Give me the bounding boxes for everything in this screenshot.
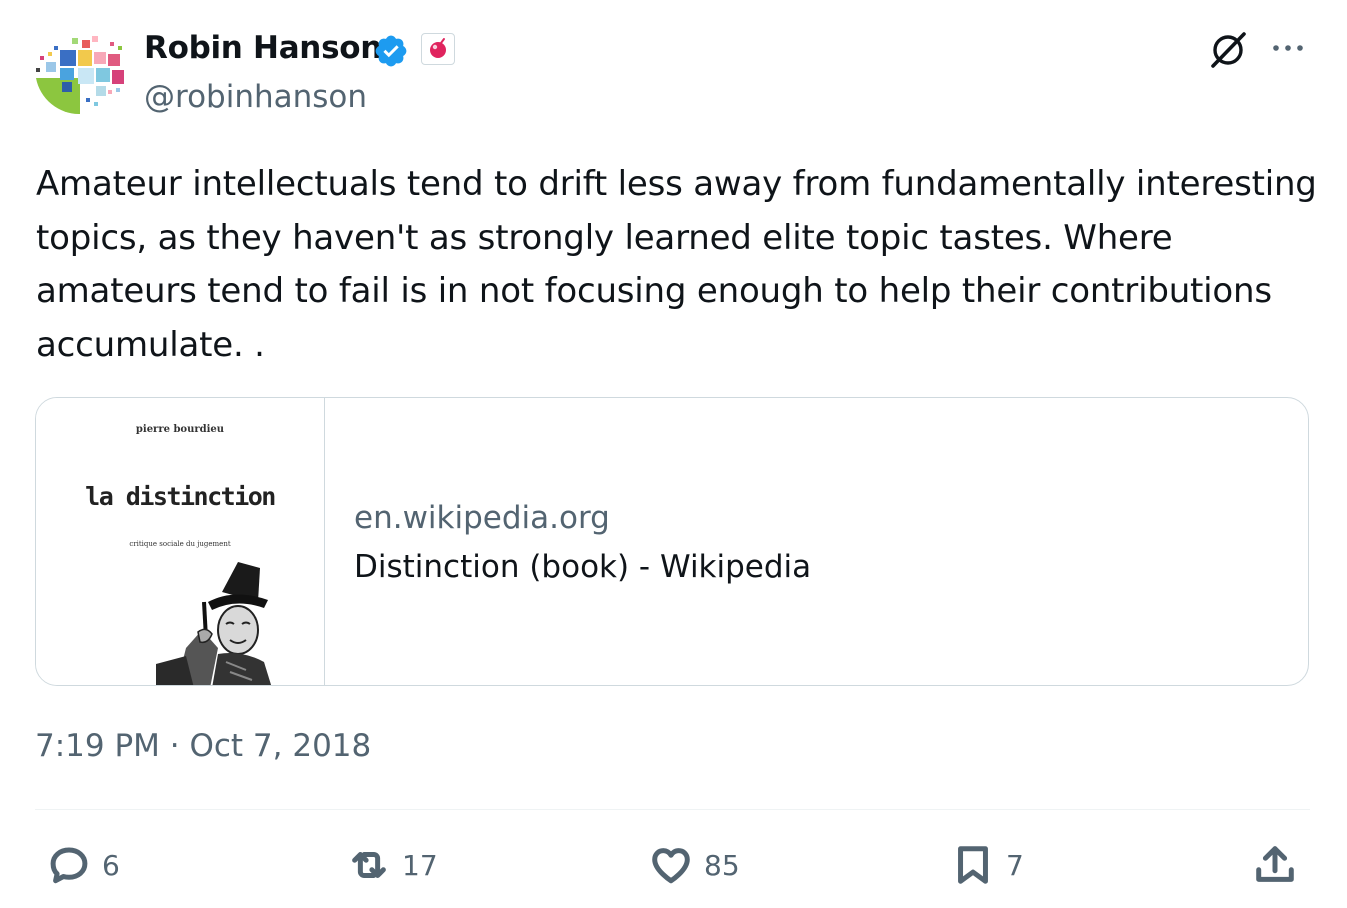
- grok-icon[interactable]: [1207, 30, 1249, 70]
- reply-button[interactable]: 6: [46, 840, 120, 890]
- author-handle[interactable]: @robinhanson: [144, 79, 367, 115]
- book-author: pierre bourdieu: [135, 424, 225, 435]
- like-count: 85: [704, 848, 740, 882]
- reply-icon: [50, 847, 88, 884]
- share-button[interactable]: [1252, 840, 1298, 890]
- card-title: Distinction (book) - Wikipedia: [354, 549, 812, 585]
- bookmark-button[interactable]: 7: [950, 840, 1024, 890]
- affiliation-badge-icon[interactable]: [421, 33, 455, 65]
- author-name[interactable]: Robin Hanson: [144, 30, 382, 66]
- heart-icon: [652, 848, 690, 884]
- share-icon: [1256, 846, 1294, 882]
- tweet-timestamp[interactable]: 7:19 PM · Oct 7, 2018: [35, 728, 371, 764]
- card-thumbnail[interactable]: pierre bourdieu la distinction critique …: [36, 398, 325, 685]
- tweet-text: Amateur intellectuals tend to drift less…: [36, 164, 1317, 365]
- bookmark-count: 7: [1006, 848, 1024, 882]
- repost-icon: [352, 851, 386, 879]
- card-domain: en.wikipedia.org: [354, 500, 610, 536]
- avatar[interactable]: [34, 32, 126, 114]
- book-cover-illustration: [156, 562, 272, 685]
- bookmark-icon: [958, 846, 988, 884]
- book-title: la distinction: [85, 482, 276, 511]
- repost-count: 17: [402, 848, 438, 882]
- more-options-icon[interactable]: [1268, 28, 1308, 68]
- divider: [35, 809, 1310, 810]
- repost-button[interactable]: 17: [346, 840, 438, 890]
- reply-count: 6: [102, 848, 120, 882]
- like-button[interactable]: 85: [648, 840, 740, 890]
- link-card[interactable]: pierre bourdieu la distinction critique …: [35, 397, 1309, 686]
- book-subtitle: critique sociale du jugement: [129, 540, 231, 548]
- verified-badge-icon[interactable]: [373, 33, 409, 69]
